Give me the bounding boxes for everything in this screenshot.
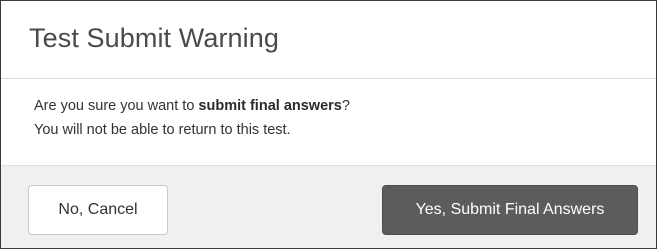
dialog-footer: No, Cancel Yes, Submit Final Answers	[1, 165, 656, 248]
message-suffix: ?	[341, 98, 350, 114]
dialog-header: Test Submit Warning	[1, 1, 656, 79]
test-submit-warning-dialog: Test Submit Warning Are you sure you wan…	[0, 0, 657, 249]
submit-final-answers-button[interactable]: Yes, Submit Final Answers	[382, 185, 638, 235]
dialog-body: Are you sure you want to submit final an…	[1, 79, 656, 165]
message-prefix: Are you sure you want to	[34, 98, 199, 114]
message-emphasis: submit final answers	[198, 98, 342, 114]
dialog-title: Test Submit Warning	[29, 23, 279, 53]
confirmation-message: Are you sure you want to submit final an…	[34, 98, 350, 114]
cancel-button[interactable]: No, Cancel	[28, 185, 168, 235]
warning-message: You will not be able to return to this t…	[34, 122, 291, 138]
